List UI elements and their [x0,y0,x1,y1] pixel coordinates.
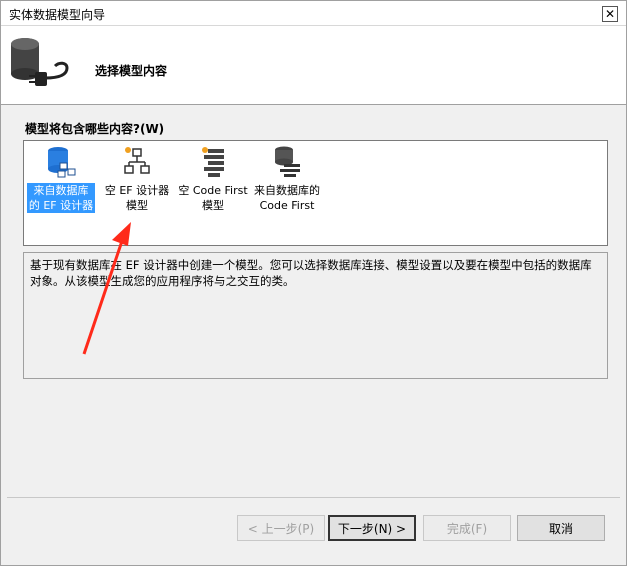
option-label-line2: 模型 [126,199,148,212]
option-empty-ef-designer[interactable]: 空 EF 设计器 模型 [100,143,174,241]
title-bar: 实体数据模型向导 ✕ [1,1,626,26]
option-label: 空 EF 设计器 模型 [103,183,171,213]
option-label: 来自数据库的 Code First [252,183,322,213]
code-first-database-icon [275,146,300,177]
footer-divider [7,497,620,498]
option-description-box: 基于现有数据库在 EF 设计器中创建一个模型。您可以选择数据库连接、模型设置以及… [23,252,608,379]
close-button[interactable]: ✕ [602,6,618,22]
database-model-icon [48,147,76,178]
page-title: 选择模型内容 [95,64,168,78]
next-button[interactable]: 下一步(N) > [328,515,416,541]
option-label-line1: 空 EF 设计器 [104,184,170,197]
wizard-window: 实体数据模型向导 ✕ 选择模型内容 模型将包含哪些内容?(W) 来自数据库 的 … [0,0,627,566]
code-first-icon [202,147,224,177]
option-label-line1: 空 Code First [178,184,248,197]
option-label: 空 Code First 模型 [176,183,249,213]
options-prompt-label: 模型将包含哪些内容?(W) [25,122,165,136]
option-ef-designer-from-database[interactable]: 来自数据库 的 EF 设计器 [24,143,98,241]
option-empty-code-first[interactable]: 空 Code First 模型 [176,143,250,241]
previous-button[interactable]: < 上一步(P) [237,515,325,541]
option-code-first-from-database[interactable]: 来自数据库的 Code First [250,143,324,241]
cancel-button[interactable]: 取消 [517,515,605,541]
empty-model-icon [124,147,150,174]
option-label-line1: 来自数据库的 [254,184,320,197]
option-description-text: 基于现有数据库在 EF 设计器中创建一个模型。您可以选择数据库连接、模型设置以及… [30,258,592,288]
model-content-list: 来自数据库 的 EF 设计器 空 EF 设计器 模型 空 Code First … [23,140,608,246]
window-title: 实体数据模型向导 [9,8,106,22]
option-label-line2: Code First [259,199,315,212]
option-label: 来自数据库 的 EF 设计器 [26,183,96,213]
option-label-line1: 来自数据库 [33,184,89,197]
option-label-line2: 模型 [202,199,224,212]
wizard-header: 选择模型内容 [1,26,626,105]
database-plug-icon [11,38,69,86]
option-label-line2: 的 EF 设计器 [28,199,94,212]
finish-button[interactable]: 完成(F) [423,515,511,541]
